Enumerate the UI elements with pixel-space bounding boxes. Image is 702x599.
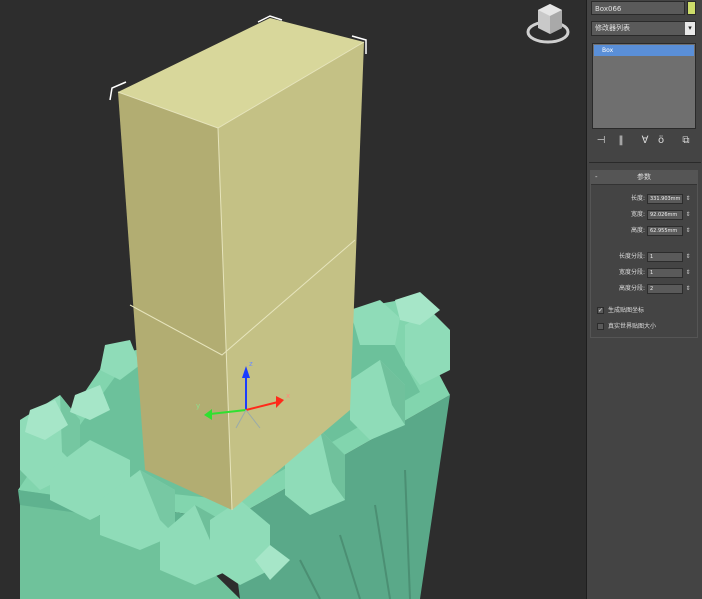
length-segs-spinner-icon[interactable]: ⇕ xyxy=(685,252,691,262)
length-label: 长度: xyxy=(630,195,645,202)
height-segs-input[interactable]: 2 xyxy=(647,284,683,294)
width-input[interactable]: 92.026mm xyxy=(647,210,683,220)
width-segs-row: 宽度分段: 1 ⇕ xyxy=(591,267,697,279)
divider xyxy=(589,162,701,163)
stack-item-box[interactable]: Box xyxy=(594,45,694,56)
modifier-stack[interactable]: Box xyxy=(592,43,696,129)
height-label: 高度: xyxy=(630,227,645,234)
command-panel-modify: Box066 修改器列表 ▾ Box ⊣ ‖ ∀ ö ⧉ - 参数 长度: 33… xyxy=(586,0,702,599)
height-segs-spinner-icon[interactable]: ⇕ xyxy=(685,284,691,294)
parameters-rollout: - 参数 长度: 331.903mm ⇕ 宽度: 92.026mm ⇕ 高度: … xyxy=(590,170,698,338)
gen-mapping-check-icon[interactable]: ✓ xyxy=(597,307,604,314)
width-segs-spinner-icon[interactable]: ⇕ xyxy=(685,268,691,278)
show-end-result-icon[interactable]: ‖ xyxy=(615,134,627,148)
width-segs-input[interactable]: 1 xyxy=(647,268,683,278)
perspective-viewport[interactable]: z x y xyxy=(0,0,586,599)
pin-stack-icon[interactable]: ⊣ xyxy=(595,134,607,148)
length-segs-label: 长度分段: xyxy=(618,253,645,260)
length-input[interactable]: 331.903mm xyxy=(647,194,683,204)
width-segs-label: 宽度分段: xyxy=(618,269,645,276)
parameters-rollout-header[interactable]: - 参数 xyxy=(591,171,697,185)
object-name-field[interactable]: Box066 xyxy=(591,1,685,15)
modifier-list-label: 修改器列表 xyxy=(595,24,630,32)
viewcube-icon[interactable] xyxy=(526,4,570,44)
scene-canvas[interactable]: z x y xyxy=(0,0,586,599)
length-spinner-icon[interactable]: ⇕ xyxy=(685,194,691,204)
rollout-title: 参数 xyxy=(637,173,651,181)
gizmo-z-label: z xyxy=(249,360,253,368)
stack-toolbar: ⊣ ‖ ∀ ö ⧉ xyxy=(593,134,697,150)
make-unique-icon[interactable]: ∀ xyxy=(639,134,651,148)
height-input[interactable]: 62.955mm xyxy=(647,226,683,236)
gen-mapping-checkbox[interactable]: ✓ 生成贴图坐标 xyxy=(597,305,697,316)
width-label: 宽度: xyxy=(630,211,645,218)
width-spinner-icon[interactable]: ⇕ xyxy=(685,210,691,220)
height-spinner-icon[interactable]: ⇕ xyxy=(685,226,691,236)
width-row: 宽度: 92.026mm ⇕ xyxy=(591,209,697,221)
dropdown-arrow-icon[interactable]: ▾ xyxy=(685,22,695,35)
length-segs-input[interactable]: 1 xyxy=(647,252,683,262)
gen-mapping-label: 生成贴图坐标 xyxy=(608,307,645,314)
object-color-swatch[interactable] xyxy=(687,1,696,15)
modifier-list-dropdown[interactable]: 修改器列表 ▾ xyxy=(591,21,696,36)
length-row: 长度: 331.903mm ⇕ xyxy=(591,193,697,205)
real-world-checkbox[interactable]: 真实世界贴图大小 xyxy=(597,321,697,332)
length-segs-row: 长度分段: 1 ⇕ xyxy=(591,251,697,263)
gizmo-y-label: y xyxy=(196,402,200,410)
height-segs-row: 高度分段: 2 ⇕ xyxy=(591,283,697,295)
remove-modifier-icon[interactable]: ö xyxy=(655,134,667,148)
height-row: 高度: 62.955mm ⇕ xyxy=(591,225,697,237)
gizmo-x-label: x xyxy=(286,392,290,400)
configure-modifier-sets-icon[interactable]: ⧉ xyxy=(679,134,693,148)
real-world-check-box[interactable] xyxy=(597,323,604,330)
real-world-label: 真实世界贴图大小 xyxy=(608,323,657,330)
height-segs-label: 高度分段: xyxy=(618,285,645,292)
